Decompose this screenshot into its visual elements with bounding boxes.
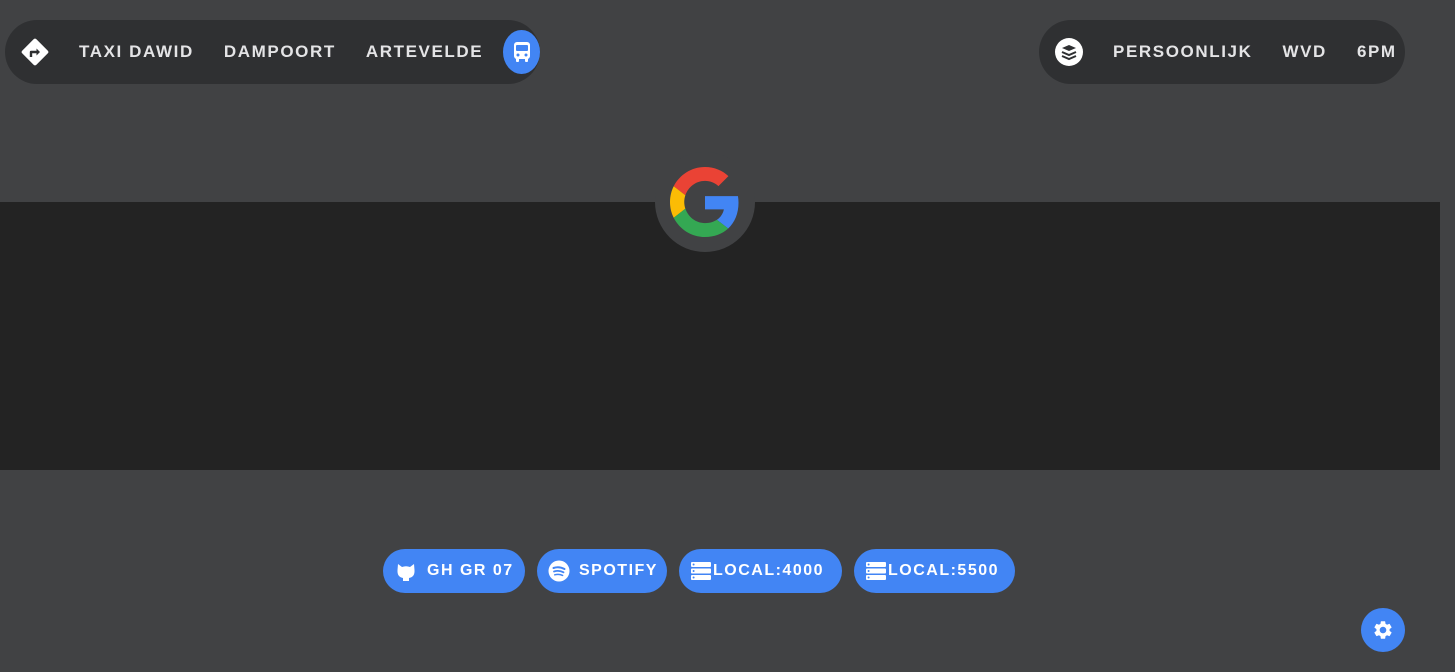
shortcut-local-4000-label: LOCAL:4000 bbox=[713, 562, 825, 579]
directions-icon[interactable] bbox=[19, 36, 51, 68]
google-logo-icon bbox=[670, 167, 739, 237]
bus-button[interactable] bbox=[503, 30, 540, 74]
layers-icon[interactable] bbox=[1053, 36, 1085, 68]
nav-link-artevelde[interactable]: ARTEVELDE bbox=[366, 42, 483, 62]
bus-icon bbox=[513, 42, 530, 62]
gear-icon bbox=[1374, 621, 1392, 639]
nav-link-wvd[interactable]: WVD bbox=[1282, 42, 1326, 62]
nav-link-taxi-dawid[interactable]: TAXI DAWID bbox=[79, 42, 194, 62]
shortcut-local-5500[interactable]: LOCAL:5500 bbox=[854, 549, 1015, 593]
server-icon bbox=[691, 562, 711, 580]
spotify-icon bbox=[548, 560, 570, 582]
shortcut-github-label: GH GR 07 bbox=[427, 562, 514, 579]
shortcut-local-4000[interactable]: LOCAL:4000 bbox=[679, 549, 842, 593]
shortcut-spotify-label: SPOTIFY bbox=[579, 562, 658, 579]
nav-link-dampoort[interactable]: DAMPOORT bbox=[224, 42, 336, 62]
settings-button[interactable] bbox=[1361, 608, 1405, 652]
nav-link-persoonlijk[interactable]: PERSOONLIJK bbox=[1113, 42, 1252, 62]
github-icon bbox=[395, 560, 417, 582]
google-search-button[interactable] bbox=[655, 152, 755, 252]
shortcut-local-5500-label: LOCAL:5500 bbox=[888, 562, 1000, 579]
shortcut-github[interactable]: GH GR 07 bbox=[383, 549, 525, 593]
shortcut-spotify[interactable]: SPOTIFY bbox=[537, 549, 667, 593]
server-icon bbox=[866, 562, 886, 580]
nav-link-6pm[interactable]: 6PM bbox=[1357, 42, 1397, 62]
left-nav-bar: TAXI DAWID DAMPOORT ARTEVELDE bbox=[5, 20, 540, 84]
right-nav-bar: PERSOONLIJK WVD 6PM bbox=[1039, 20, 1405, 84]
